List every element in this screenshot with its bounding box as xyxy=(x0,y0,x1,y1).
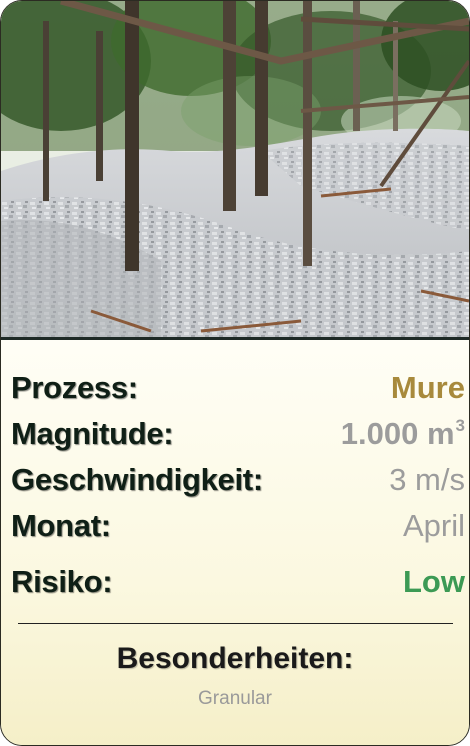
magnitude-number: 1.000 m xyxy=(340,416,455,451)
magnitude-value: 1.000 m3 xyxy=(341,416,465,452)
hazard-card: Prozess: Mure Magnitude: 1.000 m3 Geschw… xyxy=(0,0,470,746)
speed-value: 3 m/s xyxy=(389,462,465,497)
special-features-value: Granular xyxy=(198,688,272,709)
forest-debris-photo xyxy=(1,1,469,337)
speed-row: Geschwindigkeit: 3 m/s xyxy=(11,462,465,506)
process-row: Prozess: Mure xyxy=(11,370,465,414)
info-panel: Prozess: Mure Magnitude: 1.000 m3 Geschw… xyxy=(1,340,469,745)
month-row: Monat: April xyxy=(11,508,465,552)
risk-value: Low xyxy=(403,564,465,599)
section-divider xyxy=(18,623,453,624)
magnitude-label: Magnitude: xyxy=(11,416,174,451)
process-label: Prozess: xyxy=(11,370,138,405)
risk-label: Risiko: xyxy=(11,564,113,599)
special-features-title: Besonderheiten: xyxy=(116,642,354,675)
magnitude-unit-exponent: 3 xyxy=(455,416,465,435)
month-value: April xyxy=(402,508,465,543)
month-label: Monat: xyxy=(11,508,111,543)
process-value: Mure xyxy=(390,370,465,405)
magnitude-row: Magnitude: 1.000 m3 xyxy=(11,416,465,460)
risk-row: Risiko: Low xyxy=(11,564,465,608)
speed-label: Geschwindigkeit: xyxy=(11,462,263,497)
